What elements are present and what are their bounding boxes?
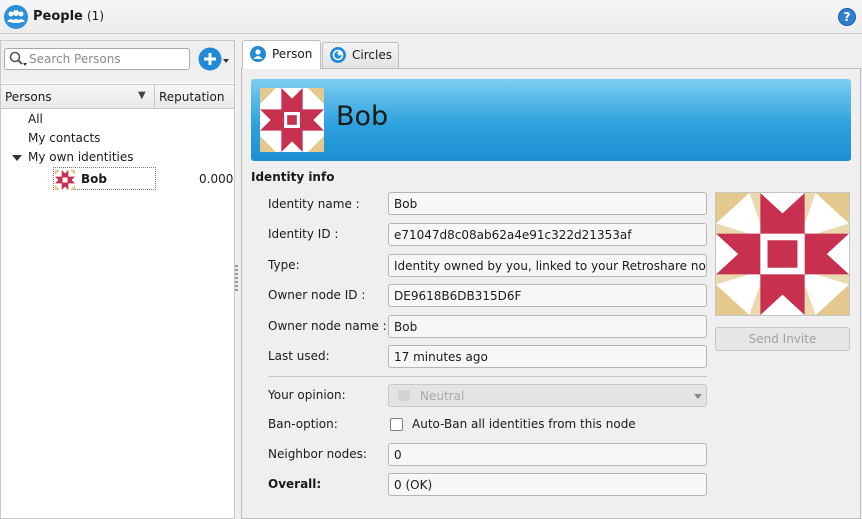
identity-banner: Bob	[251, 79, 851, 161]
identity-name-label: Identity name :	[268, 197, 360, 211]
neighbor-nodes-label: Neighbor nodes:	[268, 447, 367, 461]
search-input[interactable]	[29, 50, 187, 68]
sort-indicator-icon[interactable]: ▼	[138, 90, 146, 101]
column-header-persons[interactable]: Persons	[5, 90, 52, 104]
neutral-hand-icon	[398, 390, 410, 401]
search-box[interactable]	[4, 48, 190, 70]
tree-item-all[interactable]: All	[28, 112, 43, 126]
owner-node-name-field[interactable]: Bob	[388, 315, 707, 338]
chevron-down-icon	[694, 394, 702, 399]
neighbor-nodes-field[interactable]: 0	[388, 443, 707, 466]
overall-field[interactable]: 0 (OK)	[388, 473, 707, 496]
last-used-field[interactable]: 17 minutes ago	[388, 345, 707, 368]
section-title-identity-info: Identity info	[251, 170, 335, 184]
person-icon	[250, 46, 266, 62]
identity-avatar-large	[715, 192, 850, 316]
divider	[268, 376, 707, 377]
owner-node-id-field[interactable]: DE9618B6DB315D6F	[388, 284, 707, 307]
identity-display-name: Bob	[336, 101, 389, 132]
tree-header: Persons ▼ Reputation	[1, 84, 234, 109]
identity-reputation: 0.000	[199, 172, 234, 186]
owner-node-id-label: Owner node ID :	[268, 288, 366, 302]
opinion-value: Neutral	[420, 389, 465, 403]
tree-item-my-contacts[interactable]: My contacts	[28, 131, 100, 145]
expand-arrow-icon[interactable]	[12, 155, 22, 161]
owner-node-name-label: Owner node name :	[268, 319, 387, 333]
type-label: Type:	[268, 258, 300, 272]
opinion-label: Your opinion:	[268, 388, 346, 402]
app-title: People	[33, 9, 83, 24]
ban-option-label: Ban-option:	[268, 417, 338, 431]
last-used-label: Last used:	[268, 349, 330, 363]
identity-name: Bob	[81, 172, 107, 186]
auto-ban-checkbox-label[interactable]: Auto-Ban all identities from this node	[412, 417, 636, 431]
search-bar	[1, 41, 234, 83]
identity-id-label: Identity ID :	[268, 227, 339, 241]
tab-person-label: Person	[272, 47, 313, 61]
send-invite-button[interactable]: Send Invite	[715, 327, 850, 351]
persons-panel: Persons ▼ Reputation All My contacts My …	[0, 40, 235, 519]
identity-name-field[interactable]: Bob	[388, 192, 707, 215]
people-icon	[4, 5, 28, 29]
splitter-handle[interactable]	[235, 265, 238, 293]
column-header-reputation[interactable]: Reputation	[159, 90, 224, 104]
tab-circles[interactable]: Circles	[322, 42, 399, 68]
circles-icon	[330, 47, 346, 63]
tree-item-my-own-identities[interactable]: My own identities	[28, 150, 134, 164]
identity-id-field[interactable]: e71047d8c08ab62a4e91c322d21353af	[388, 223, 707, 246]
title-bar: People (1) ?	[0, 0, 862, 34]
opinion-select[interactable]: Neutral	[388, 384, 707, 407]
identity-avatar	[260, 88, 324, 152]
search-icon[interactable]	[8, 50, 28, 68]
help-icon[interactable]: ?	[838, 8, 856, 26]
overall-label: Overall:	[268, 477, 322, 491]
type-field[interactable]: Identity owned by you, linked to your Re…	[388, 254, 707, 277]
tab-person[interactable]: Person	[242, 40, 321, 69]
tab-circles-label: Circles	[352, 48, 392, 62]
people-count: (1)	[87, 9, 104, 23]
auto-ban-checkbox[interactable]	[390, 418, 403, 431]
identity-row-bob[interactable]: Bob	[53, 167, 156, 190]
column-separator[interactable]	[154, 85, 155, 109]
add-identity-button[interactable]	[197, 46, 231, 72]
identity-avatar-icon	[55, 170, 75, 190]
